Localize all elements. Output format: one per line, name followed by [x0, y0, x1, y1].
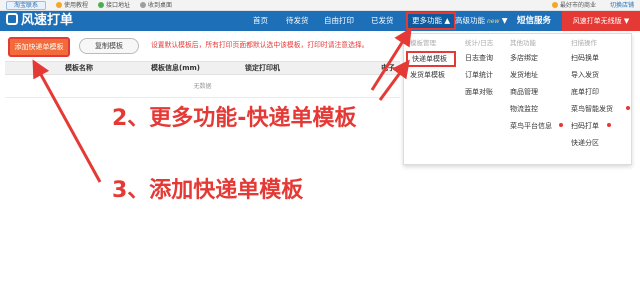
new-badge: new: [487, 18, 500, 25]
col-template-name: 模板名称: [65, 64, 93, 72]
menu-item-invoice-template[interactable]: 发货单模板: [406, 67, 456, 84]
menu-item-log-query[interactable]: 日志查询: [461, 50, 503, 67]
menu-column-other-functions: 其他功能 多店绑定 发货地址 商品管理 物流监控 菜鸟平台信息: [506, 36, 566, 135]
notification-dot: [559, 123, 563, 127]
menu-item-bottom-print[interactable]: 底单打印: [567, 84, 631, 101]
menu-item-import-shipment[interactable]: 导入发货: [567, 67, 631, 84]
nav-home[interactable]: 首页: [253, 11, 268, 31]
menu-header: 其他功能: [510, 39, 536, 47]
menu-header: 统计/日志: [465, 39, 494, 47]
annotation-step-3: 3、添加快递单模板: [112, 178, 304, 203]
notification-dot: [607, 123, 611, 127]
menu-item-multi-shop[interactable]: 多店绑定: [506, 50, 566, 67]
default-template-tip: 设置默认模板后，所有打印页面都默认选中该模板，打印时请注意选择。: [151, 41, 369, 49]
nav-sms-service[interactable]: 短信服务: [517, 11, 551, 31]
menu-column-stats-logs: 统计/日志 日志查询 订单统计 面单对账: [461, 36, 503, 101]
book-icon: [56, 2, 62, 8]
nav-pending-shipment[interactable]: 待发货: [286, 11, 309, 31]
menu-item-logistics-monitor[interactable]: 物流监控: [506, 101, 566, 118]
menu-item-shipping-address[interactable]: 发货地址: [506, 67, 566, 84]
col-template-info: 模板信息(mm): [151, 64, 200, 72]
main-nav: 风速打单 首页 待发货 自由打印 已发货 更多功能 ▲ 高级功能 new ▼ 短信…: [0, 11, 640, 31]
menu-item-waybill-reconcile[interactable]: 面单对账: [461, 84, 503, 101]
annotation-step-2: 2、更多功能-快递单模板: [112, 106, 357, 131]
caret-down-icon: ▼: [501, 16, 508, 25]
menu-column-template-management: 模板管理 快递单模板 发货单模板: [406, 36, 456, 84]
copy-template-button[interactable]: 复制模板: [79, 38, 139, 54]
col-electronic: 电子: [381, 64, 395, 72]
switch-shop-link[interactable]: 切换店铺: [610, 1, 634, 10]
menu-item-express-zones[interactable]: 快递分区: [567, 135, 631, 152]
add-template-button[interactable]: 添加快递单模板: [8, 37, 70, 57]
menu-item-cainiao-platform-info[interactable]: 菜鸟平台信息: [506, 118, 566, 135]
nav-advanced-functions[interactable]: 高级功能 new ▼: [455, 11, 508, 31]
menu-item-express-template[interactable]: 快递单模板: [406, 51, 456, 67]
nav-more-functions[interactable]: 更多功能 ▲: [406, 12, 457, 30]
template-table-header: 模板名称 模板信息(mm) 锁定打印机 电子: [5, 61, 400, 75]
top-utility-bar: 淘宝联系 使用教程 接口地址 收到桌面 最好市的商业 切换店铺: [0, 0, 640, 11]
app-logo-icon: [6, 13, 18, 25]
desktop-link[interactable]: 收到桌面: [140, 1, 172, 10]
menu-item-scan-replace[interactable]: 扫码换单: [567, 50, 631, 67]
app-brand: 风速打单: [6, 13, 73, 29]
menu-header: 扫描操作: [571, 39, 597, 47]
nav-free-print[interactable]: 自由打印: [324, 11, 354, 31]
link-icon: [98, 2, 104, 8]
more-functions-dropdown: 模板管理 快递单模板 发货单模板 统计/日志 日志查询 订单统计 面单对账 其他…: [403, 33, 632, 165]
brand-logo: 淘宝联系: [6, 1, 46, 10]
wireless-version-button[interactable]: 风速打单无线版 ▼: [562, 11, 640, 31]
nav-shipped[interactable]: 已发货: [371, 11, 394, 31]
table-empty-state: 无数据: [5, 76, 400, 98]
menu-column-scan-operations: 扫描操作 扫码换单 导入发货 底单打印 菜鸟智能发货 扫码打单 快递分区: [567, 36, 631, 152]
menu-header: 模板管理: [410, 39, 436, 47]
user-icon: [552, 2, 558, 8]
menu-item-product-management[interactable]: 商品管理: [506, 84, 566, 101]
user-name[interactable]: 最好市的商业: [552, 1, 596, 10]
caret-up-icon: ▲: [444, 16, 451, 25]
tutorial-link[interactable]: 使用教程: [56, 1, 88, 10]
col-locked-printer: 锁定打印机: [245, 64, 280, 72]
api-link[interactable]: 接口地址: [98, 1, 130, 10]
notification-dot: [626, 106, 630, 110]
menu-item-scan-print[interactable]: 扫码打单: [567, 118, 631, 135]
menu-item-cainiao-smart-shipping[interactable]: 菜鸟智能发货: [567, 101, 631, 118]
menu-item-order-stats[interactable]: 订单统计: [461, 67, 503, 84]
desktop-icon: [140, 2, 146, 8]
